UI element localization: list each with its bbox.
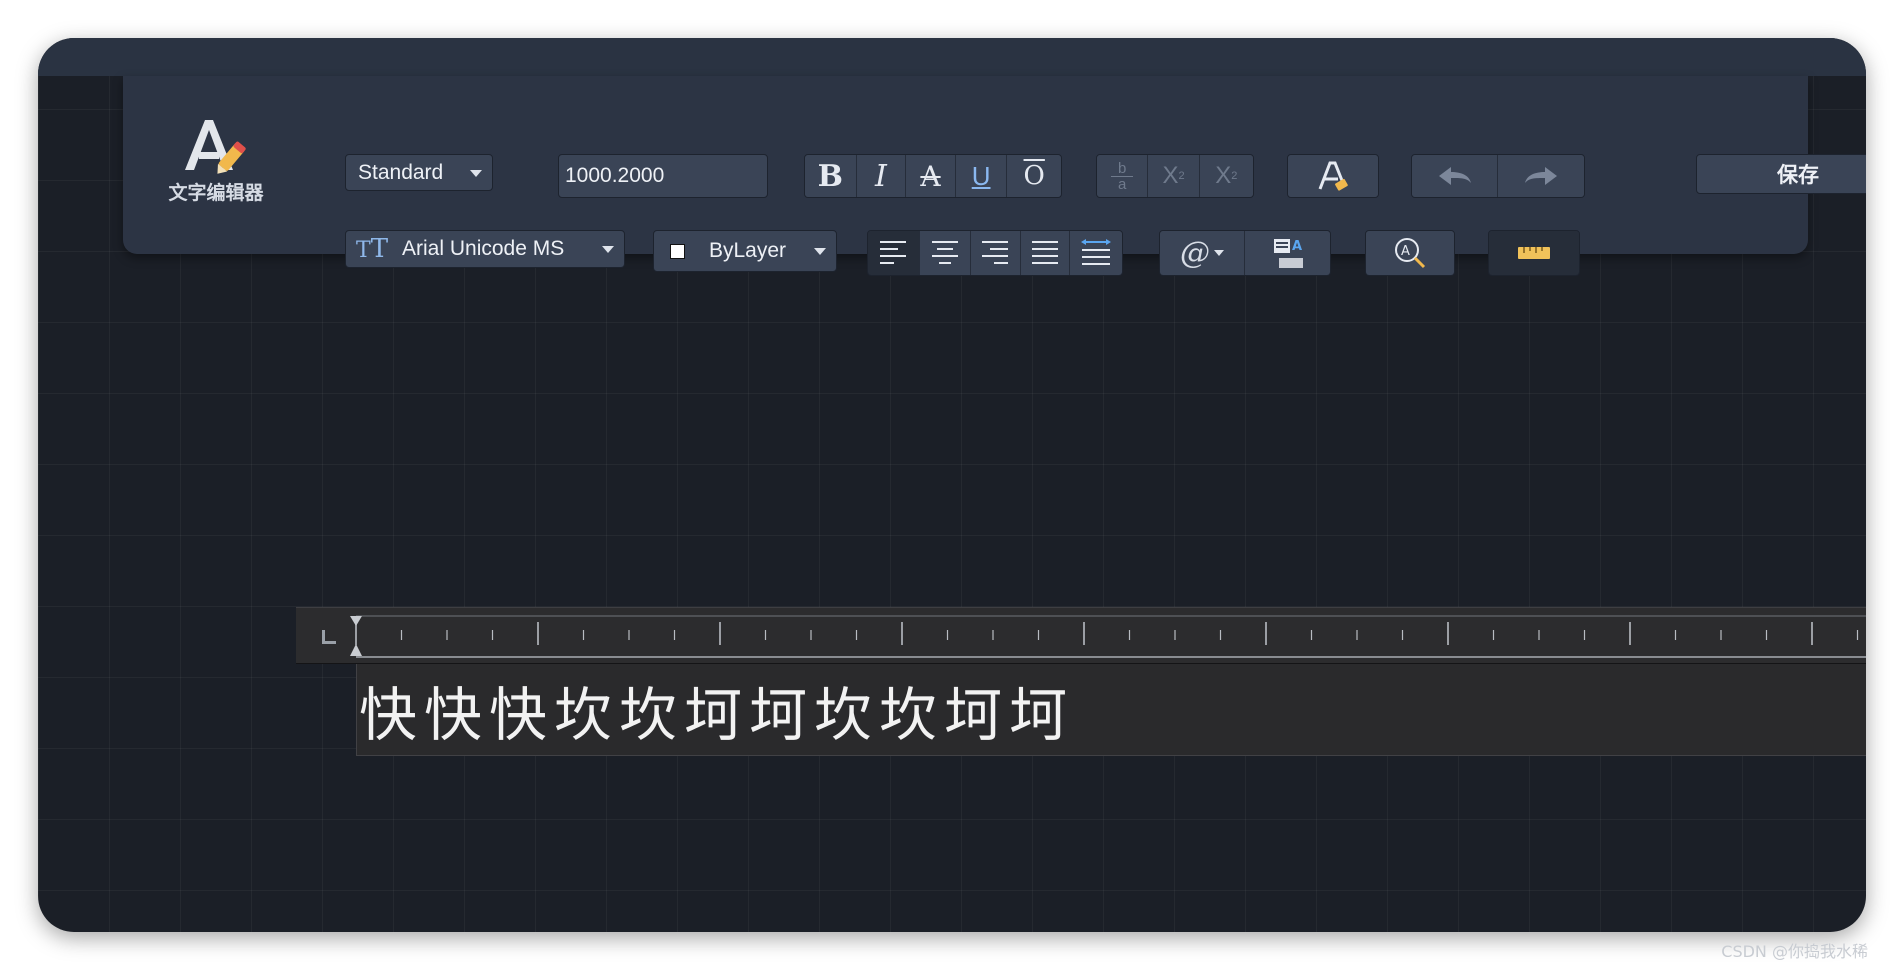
justify-button[interactable] — [1020, 231, 1071, 275]
text-input-area[interactable]: 快快快坎坎坷坷坎坎坷坷 — [356, 664, 1866, 756]
undo-icon — [1438, 167, 1471, 185]
text-height-value: 1000.2000 — [565, 164, 665, 187]
subscript-mark: 2 — [1231, 170, 1238, 182]
stack-format-group: b a X2 X2 — [1096, 154, 1254, 198]
strikethrough-icon: A — [920, 159, 941, 193]
watermark: CSDN @你捣我水稀 — [1721, 942, 1868, 961]
subscript-icon: X — [1215, 162, 1232, 189]
align-left-button[interactable] — [868, 231, 920, 275]
superscript-button[interactable]: X2 — [1148, 155, 1200, 197]
font-format-group: B I A U O — [804, 154, 1062, 198]
find-text-icon: A — [1395, 238, 1426, 269]
ruler-group — [1488, 230, 1580, 276]
overline-icon: O — [1023, 161, 1045, 191]
justify-icon — [1032, 241, 1059, 264]
app-logo: 文字编辑器 — [161, 114, 271, 204]
at-symbol-icon: @ — [1180, 235, 1210, 271]
superscript-mark: 2 — [1178, 170, 1185, 182]
align-right-icon — [982, 241, 1009, 264]
alignment-group — [867, 230, 1123, 276]
color-swatch — [670, 244, 685, 259]
editor-text: 快快快坎坎坷坷坎坎坷坷 — [359, 681, 1075, 749]
chevron-down-icon — [1214, 250, 1224, 256]
font-value: Arial Unicode MS — [402, 237, 565, 260]
clear-format-group — [1287, 154, 1379, 198]
ruler-icon — [1518, 247, 1550, 259]
svg-text:A: A — [1292, 239, 1302, 254]
font-type-icon: TT — [356, 234, 389, 264]
distribute-button[interactable] — [1070, 231, 1122, 275]
clear-format-button[interactable] — [1288, 155, 1378, 197]
distribute-icon — [1081, 239, 1112, 265]
chevron-down-icon — [470, 169, 482, 177]
fraction-top: b — [1118, 159, 1127, 177]
insert-field-icon: A — [1273, 239, 1303, 268]
font-select[interactable]: TT Arial Unicode MS — [345, 230, 625, 268]
insert-field-button[interactable]: A — [1245, 231, 1330, 275]
undo-button[interactable] — [1412, 155, 1498, 197]
align-center-icon — [931, 241, 958, 264]
history-group — [1411, 154, 1585, 198]
logo-label: 文字编辑器 — [168, 182, 264, 204]
svg-text:A: A — [1401, 244, 1410, 259]
italic-icon: I — [874, 158, 887, 194]
text-ruler[interactable] — [296, 607, 1866, 664]
first-line-indent-marker — [350, 616, 362, 626]
color-select[interactable]: ByLayer — [653, 230, 837, 272]
subscript-button[interactable]: X2 — [1199, 155, 1253, 197]
hanging-indent-marker — [350, 644, 362, 656]
fraction-bottom: a — [1118, 175, 1127, 193]
superscript-icon: X — [1162, 162, 1179, 189]
strikethrough-button[interactable]: A — [906, 155, 956, 197]
text-style-select[interactable]: Standard — [345, 154, 493, 191]
chevron-down-icon — [602, 246, 614, 253]
text-editor-toolbar: 文字编辑器 Standard 1000.2000 B I A U O b a X… — [123, 76, 1866, 276]
bold-button[interactable]: B — [805, 155, 857, 197]
stack-fraction-button[interactable]: b a — [1097, 155, 1149, 197]
clear-format-icon — [1318, 161, 1348, 191]
align-right-button[interactable] — [971, 231, 1021, 275]
bold-icon: B — [817, 158, 843, 194]
underline-icon: U — [971, 160, 991, 191]
ruler-scale — [350, 615, 1866, 658]
text-style-value: Standard — [358, 160, 444, 184]
align-left-icon — [880, 241, 907, 264]
insert-group: @ A — [1159, 230, 1331, 276]
find-group: A — [1365, 230, 1455, 276]
align-center-button[interactable] — [919, 231, 972, 275]
color-value: ByLayer — [709, 239, 787, 262]
italic-button[interactable]: I — [856, 155, 907, 197]
find-replace-button[interactable]: A — [1366, 231, 1454, 275]
redo-button[interactable] — [1498, 155, 1584, 197]
save-button[interactable]: 保存 — [1696, 154, 1866, 194]
ruler-toggle-button[interactable] — [1489, 231, 1579, 275]
text-editor-logo-icon — [185, 120, 246, 174]
title-bar — [38, 38, 1866, 76]
text-height-input[interactable]: 1000.2000 — [558, 154, 768, 198]
editor-window: 文字编辑器 Standard 1000.2000 B I A U O b a X… — [38, 38, 1866, 932]
insert-symbol-button[interactable]: @ — [1160, 231, 1245, 275]
redo-icon — [1525, 167, 1557, 185]
underline-button[interactable]: U — [955, 155, 1008, 197]
overline-button[interactable]: O — [1007, 155, 1061, 197]
chevron-down-icon — [814, 248, 826, 255]
